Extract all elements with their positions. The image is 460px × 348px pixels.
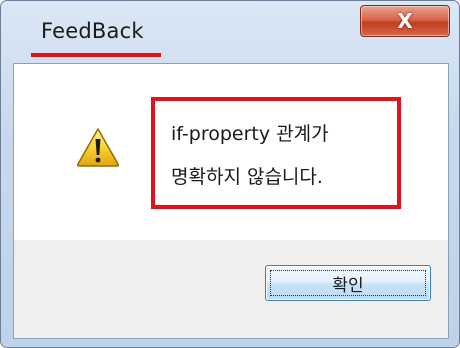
focus-ring xyxy=(270,270,426,296)
dialog-window: FeedBack X if-property 관계가 명확하지 않습니다. 확인 xyxy=(0,0,460,348)
message-highlight-box: if-property 관계가 명확하지 않습니다. xyxy=(151,97,401,209)
dialog-client-area: if-property 관계가 명확하지 않습니다. 확인 xyxy=(13,63,449,339)
message-area: if-property 관계가 명확하지 않습니다. xyxy=(14,64,448,240)
close-button[interactable]: X xyxy=(360,5,450,37)
window-title: FeedBack xyxy=(41,19,144,43)
warning-icon xyxy=(76,128,120,167)
title-bar[interactable]: FeedBack X xyxy=(1,1,459,61)
message-line-2: 명확하지 않습니다. xyxy=(171,166,323,188)
title-highlight-underline xyxy=(31,53,161,57)
message-line-1: if-property 관계가 xyxy=(171,123,329,145)
ok-button[interactable]: 확인 xyxy=(265,265,431,301)
close-icon: X xyxy=(397,9,413,33)
